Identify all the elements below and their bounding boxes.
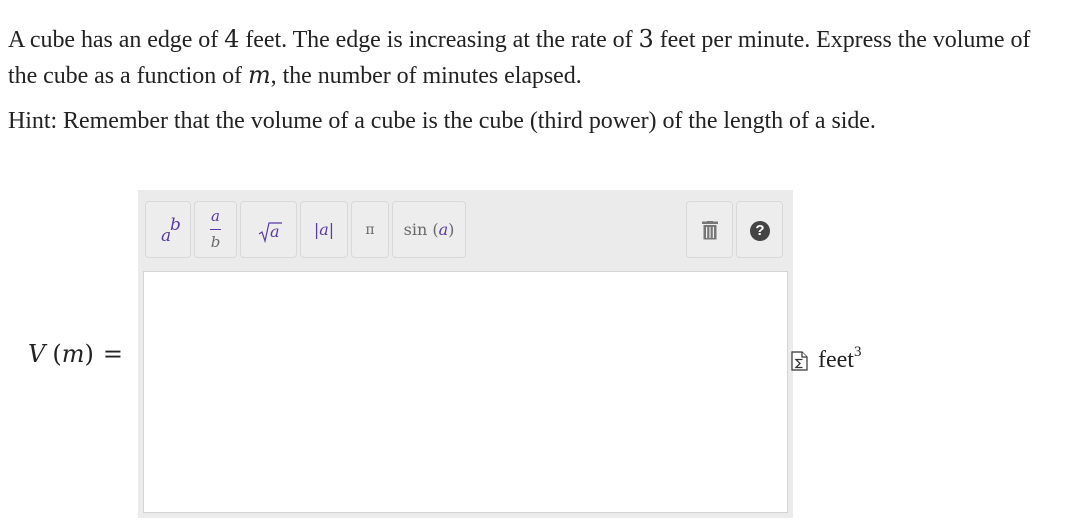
problem-text-part: A cube has an edge of [8, 27, 225, 53]
absolute-value-label: |a| [313, 220, 335, 239]
paren-close: ) [84, 340, 94, 368]
fraction-denominator: b [210, 233, 221, 251]
problem-text-part: feet. The edge is increasing at the rate… [239, 27, 639, 53]
power-button[interactable]: a b [145, 201, 191, 258]
fraction-bar [210, 229, 221, 230]
problem-text-part: , the number of minutes elapsed. [270, 63, 582, 89]
equation-editor-icon[interactable] [791, 351, 808, 371]
fraction-button[interactable]: a b [194, 201, 237, 258]
power-exponent: b [170, 215, 181, 235]
trash-icon [702, 221, 718, 240]
pi-button[interactable]: π [351, 201, 389, 258]
sin-label: sin (a) [393, 220, 465, 239]
clear-button[interactable] [686, 201, 733, 258]
math-toolbar: a b a b a |a| π sin (a) ? [138, 190, 793, 270]
math-editor: a b a b a |a| π sin (a) ? [138, 190, 793, 518]
answer-input[interactable] [143, 271, 788, 513]
sin-argument: a [438, 220, 449, 239]
fraction-numerator: a [211, 207, 220, 225]
sqrt-argument: a [270, 222, 280, 241]
sin-button[interactable]: sin (a) [392, 201, 466, 258]
absolute-value-button[interactable]: |a| [300, 201, 348, 258]
sqrt-button[interactable]: a [240, 201, 297, 258]
function-name: V [28, 340, 46, 368]
problem-statement: A cube has an edge of 4 feet. The edge i… [8, 22, 1064, 139]
variable-m: m [247, 61, 271, 89]
rate-value: 3 [638, 25, 654, 53]
function-variable: m [61, 340, 85, 368]
paren-open: ( [52, 340, 62, 368]
hint-text: Hint: Remember that the volume of a cube… [8, 108, 876, 134]
equals-sign: = [102, 340, 123, 368]
problem-text: A cube has an edge of 4 feet. The edge i… [8, 22, 1064, 94]
sin-function: sin [403, 220, 428, 239]
units-exponent: 3 [853, 344, 862, 360]
edge-value: 4 [224, 25, 240, 53]
answer-label: V (m) = [28, 336, 123, 373]
sin-paren-close: ) [448, 220, 455, 239]
help-button[interactable]: ? [736, 201, 783, 258]
help-icon: ? [750, 221, 770, 241]
units-text: feet [818, 347, 854, 373]
pi-label: π [365, 222, 375, 238]
units-label: feet3 [791, 337, 861, 377]
